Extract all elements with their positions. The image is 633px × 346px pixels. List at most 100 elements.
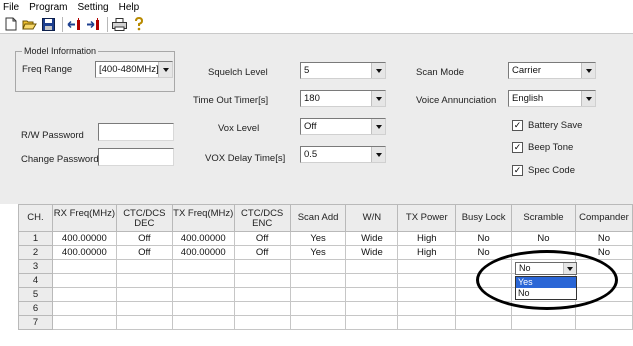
save-icon[interactable] [40, 16, 57, 33]
grid-cell[interactable] [233, 301, 291, 316]
grid-cell[interactable] [171, 315, 235, 330]
grid-cell[interactable] [51, 273, 117, 288]
grid-cell[interactable]: High [397, 231, 457, 246]
scramble-cell-editor[interactable]: No [515, 262, 577, 275]
grid-cell[interactable] [455, 287, 513, 302]
grid-cell[interactable] [574, 315, 633, 330]
grid-cell[interactable] [171, 287, 235, 302]
grid-cell[interactable] [345, 315, 399, 330]
grid-cell[interactable] [115, 287, 173, 302]
chevron-down-icon[interactable] [371, 147, 385, 162]
menu-file[interactable]: File [0, 0, 24, 15]
table-row[interactable]: 6 [18, 301, 633, 316]
grid-cell[interactable]: Off [233, 245, 291, 260]
grid-cell[interactable]: No [455, 245, 513, 260]
chevron-down-icon[interactable] [371, 63, 385, 78]
menu-setting[interactable]: Setting [72, 0, 113, 15]
vox-delay-time-select[interactable]: 0.5 [300, 146, 386, 163]
grid-cell[interactable]: Yes [289, 245, 347, 260]
grid-cell[interactable] [455, 259, 513, 274]
write-to-radio-icon[interactable] [85, 16, 102, 33]
menu-program[interactable]: Program [24, 0, 72, 15]
open-icon[interactable] [21, 16, 38, 33]
vox-level-select[interactable]: Off [300, 118, 386, 135]
grid-cell[interactable] [397, 287, 457, 302]
grid-cell[interactable]: No [455, 231, 513, 246]
grid-cell[interactable] [345, 287, 399, 302]
grid-cell[interactable]: 400.00000 [51, 231, 117, 246]
grid-cell[interactable]: Off [115, 245, 173, 260]
grid-cell[interactable] [171, 301, 235, 316]
grid-cell[interactable] [511, 315, 576, 330]
freq-range-select[interactable]: [400-480MHz] [95, 61, 173, 78]
grid-cell[interactable] [574, 287, 633, 302]
grid-cell[interactable] [511, 245, 576, 260]
grid-cell[interactable] [455, 315, 513, 330]
grid-cell[interactable]: No [574, 231, 633, 246]
grid-cell[interactable]: 400.00000 [171, 245, 235, 260]
grid-cell[interactable] [289, 287, 347, 302]
grid-cell[interactable]: Wide [345, 231, 399, 246]
chevron-down-icon[interactable] [581, 63, 595, 78]
grid-cell[interactable] [574, 259, 633, 274]
checkmark-icon[interactable]: ✓ [512, 142, 523, 153]
grid-cell[interactable] [511, 301, 576, 316]
grid-cell[interactable]: Wide [345, 245, 399, 260]
grid-cell[interactable] [51, 259, 117, 274]
print-icon[interactable] [111, 16, 128, 33]
grid-cell[interactable] [115, 273, 173, 288]
scramble-option-no[interactable]: No [516, 288, 576, 299]
change-password-field[interactable] [98, 148, 174, 166]
spec-code-checkbox[interactable]: ✓ Spec Code [512, 165, 575, 176]
grid-cell[interactable] [455, 273, 513, 288]
table-row[interactable]: 7 [18, 315, 633, 330]
grid-cell[interactable]: 400.00000 [171, 231, 235, 246]
squelch-level-select[interactable]: 5 [300, 62, 386, 79]
beep-tone-checkbox[interactable]: ✓ Beep Tone [512, 142, 573, 153]
grid-cell[interactable] [115, 259, 173, 274]
grid-cell[interactable]: High [397, 245, 457, 260]
voice-annunciation-select[interactable]: English [508, 90, 596, 107]
grid-cell[interactable] [233, 315, 291, 330]
grid-cell[interactable] [397, 273, 457, 288]
grid-cell[interactable] [397, 259, 457, 274]
grid-cell[interactable]: No [574, 245, 633, 260]
grid-cell[interactable] [455, 301, 513, 316]
grid-cell[interactable] [115, 315, 173, 330]
chevron-down-icon[interactable] [563, 263, 576, 274]
chevron-down-icon[interactable] [371, 91, 385, 106]
help-icon[interactable] [130, 16, 147, 33]
new-icon[interactable] [2, 16, 19, 33]
battery-save-checkbox[interactable]: ✓ Battery Save [512, 120, 582, 131]
grid-cell[interactable] [345, 301, 399, 316]
scramble-option-yes[interactable]: Yes [516, 277, 576, 288]
grid-cell[interactable]: Off [115, 231, 173, 246]
grid-cell[interactable] [289, 315, 347, 330]
grid-cell[interactable] [51, 301, 117, 316]
grid-cell[interactable] [51, 315, 117, 330]
grid-cell[interactable] [171, 273, 235, 288]
rw-password-field[interactable] [98, 123, 174, 141]
read-from-radio-icon[interactable] [66, 16, 83, 33]
grid-cell[interactable] [115, 301, 173, 316]
grid-cell[interactable] [51, 287, 117, 302]
grid-cell[interactable] [233, 259, 291, 274]
grid-cell[interactable]: Yes [289, 231, 347, 246]
time-out-timer-select[interactable]: 180 [300, 90, 386, 107]
chevron-down-icon[interactable] [371, 119, 385, 134]
grid-cell[interactable] [397, 301, 457, 316]
chevron-down-icon[interactable] [158, 62, 172, 77]
grid-cell[interactable] [233, 287, 291, 302]
grid-cell[interactable] [233, 273, 291, 288]
grid-cell[interactable] [397, 315, 457, 330]
menu-help[interactable]: Help [114, 0, 145, 15]
grid-cell[interactable] [171, 259, 235, 274]
grid-cell[interactable]: 400.00000 [51, 245, 117, 260]
grid-cell[interactable] [574, 273, 633, 288]
grid-cell[interactable]: No [511, 231, 576, 246]
table-row[interactable]: 1 400.00000 Off 400.00000 Off Yes Wide High No No… [18, 231, 633, 246]
scan-mode-select[interactable]: Carrier [508, 62, 596, 79]
grid-cell[interactable] [289, 259, 347, 274]
chevron-down-icon[interactable] [581, 91, 595, 106]
table-row[interactable]: 2 400.00000 Off 400.00000 Off Yes Wide High No No [18, 245, 633, 260]
